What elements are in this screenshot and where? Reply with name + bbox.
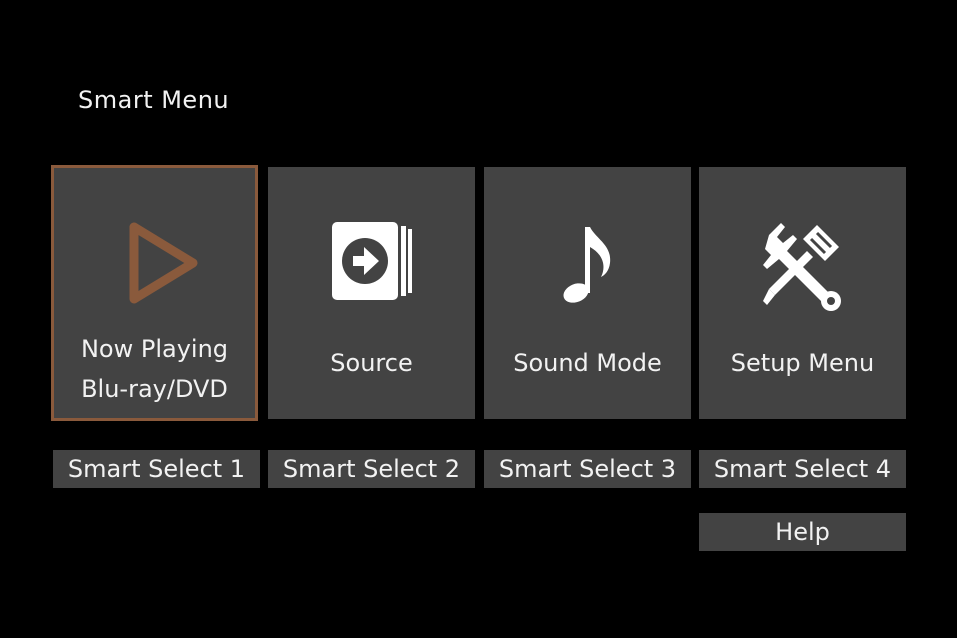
smart-select-4-button[interactable]: Smart Select 4 bbox=[699, 450, 906, 488]
tile-setup-menu[interactable]: Setup Menu bbox=[699, 167, 906, 419]
source-input-icon bbox=[324, 215, 420, 311]
help-button[interactable]: Help bbox=[699, 513, 906, 551]
smart-select-1-button[interactable]: Smart Select 1 bbox=[53, 450, 260, 488]
wrench-screwdriver-icon bbox=[755, 215, 851, 311]
tile-label: Sound Mode bbox=[513, 349, 662, 377]
tile-label-line2: Blu-ray/DVD bbox=[81, 375, 228, 403]
music-note-icon bbox=[540, 215, 636, 311]
smart-select-2-button[interactable]: Smart Select 2 bbox=[268, 450, 475, 488]
tile-label: Now Playing Blu-ray/DVD bbox=[54, 329, 255, 409]
tile-label: Source bbox=[330, 349, 413, 377]
smart-select-3-button[interactable]: Smart Select 3 bbox=[484, 450, 691, 488]
tile-sound-mode[interactable]: Sound Mode bbox=[484, 167, 691, 419]
tile-label: Setup Menu bbox=[730, 349, 875, 377]
play-icon bbox=[107, 215, 203, 311]
page-title: Smart Menu bbox=[78, 86, 230, 114]
tile-label-line1: Now Playing bbox=[80, 335, 229, 363]
tile-source[interactable]: Source bbox=[268, 167, 475, 419]
tile-now-playing[interactable]: Now Playing Blu-ray/DVD bbox=[51, 165, 258, 421]
